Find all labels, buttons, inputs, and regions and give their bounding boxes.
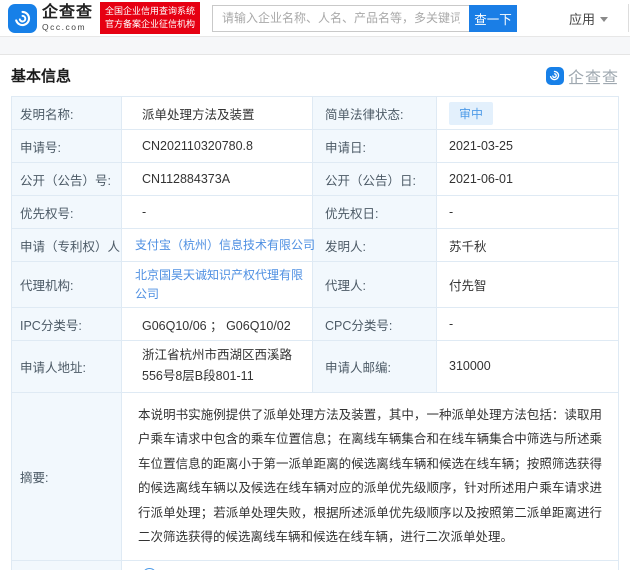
simple-legal-status-label: 简单法律状态: xyxy=(312,96,437,130)
application-number-value: CN202110320780.8 xyxy=(121,129,313,163)
legal-status-cell: 1 2021-06-01 公开 xyxy=(121,559,619,570)
invention-name-value: 派单处理方法及装置 xyxy=(121,96,313,130)
search-button[interactable]: 查一下 xyxy=(469,4,518,32)
publication-date-label: 公开（公告）日: xyxy=(312,162,437,196)
applicant-link[interactable]: 支付宝（杭州）信息技术有限公司 xyxy=(135,238,315,252)
agency-link[interactable]: 北京国昊天诚知识产权代理有限公司 xyxy=(135,268,303,301)
application-date-value: 2021-03-25 xyxy=(436,129,619,163)
logo-name: 企查查 xyxy=(42,3,94,21)
section-title: 基本信息 xyxy=(11,68,72,85)
chevron-down-icon xyxy=(600,16,608,22)
agency-cell: 北京国昊天诚知识产权代理有限公司 xyxy=(121,260,313,309)
publication-date-value: 2021-06-01 xyxy=(436,162,619,196)
basic-info-table: 发明名称: 派单处理方法及装置 简单法律状态: 审中 申请号: CN202110… xyxy=(11,96,619,570)
legal-status-label: 法律状态: xyxy=(11,559,122,570)
badge-line1: 全国企业信用查询系统 xyxy=(105,5,196,16)
qcc-watermark-icon xyxy=(545,66,564,85)
applicant-label: 申请（专利权）人: xyxy=(11,228,122,262)
header-separator xyxy=(0,37,630,55)
table-row: 申请（专利权）人: 支付宝（杭州）信息技术有限公司 发明人: 苏千秋 xyxy=(11,228,619,262)
agent-label: 代理人: xyxy=(312,260,437,309)
certification-badge: 全国企业信用查询系统 官方备案企业征信机构 xyxy=(100,1,201,35)
ipc-class-label: IPC分类号: xyxy=(11,307,122,342)
table-row: 代理机构: 北京国昊天诚知识产权代理有限公司 代理人: 付先智 xyxy=(11,260,619,309)
table-row: IPC分类号: G06Q10/06 ； G06Q10/02 CPC分类号: - xyxy=(11,307,619,342)
search-bar: 查一下 xyxy=(212,4,518,32)
qcc-logo[interactable]: 企查查 Qcc.com xyxy=(8,3,94,33)
badge-line2: 官方备案企业征信机构 xyxy=(105,19,196,29)
qcc-watermark: 企查查 xyxy=(545,64,619,88)
abstract-label: 摘要: xyxy=(11,391,122,561)
section-header: 基本信息 企查查 xyxy=(11,55,619,96)
abstract-value: 本说明书实施例提供了派单处理方法及装置，其中，一种派单处理方法包括：读取用户乘车… xyxy=(121,391,619,561)
cpc-class-label: CPC分类号: xyxy=(312,307,437,342)
priority-date-label: 优先权日: xyxy=(312,195,437,229)
applicant-address-label: 申请人地址: xyxy=(11,340,122,393)
top-header: 企查查 Qcc.com 全国企业信用查询系统 官方备案企业征信机构 查一下 应用 xyxy=(0,0,630,37)
priority-number-label: 优先权号: xyxy=(11,195,122,229)
applicant-zipcode-label: 申请人邮编: xyxy=(312,340,437,393)
apps-menu[interactable]: 应用 xyxy=(569,9,608,28)
table-row: 申请号: CN202110320780.8 申请日: 2021-03-25 xyxy=(11,129,619,163)
inventor-value: 苏千秋 xyxy=(436,228,619,262)
status-badge: 审中 xyxy=(449,101,494,125)
logo-domain: Qcc.com xyxy=(42,21,87,32)
table-row: 发明名称: 派单处理方法及装置 简单法律状态: 审中 xyxy=(11,96,619,130)
basic-info-panel: 基本信息 企查查 发明名称: 派单处理方法及装置 简单法律状态: 审中 申请号:… xyxy=(0,55,630,570)
priority-number-value: - xyxy=(121,195,313,229)
application-date-label: 申请日: xyxy=(312,129,437,163)
applicant-cell: 支付宝（杭州）信息技术有限公司 xyxy=(121,228,315,262)
apps-menu-label: 应用 xyxy=(568,11,595,27)
applicant-zipcode-value: 310000 xyxy=(436,340,619,393)
table-row: 申请人地址: 浙江省杭州市西湖区西溪路556号8层B段801-11 申请人邮编:… xyxy=(11,340,619,393)
inventor-label: 发明人: xyxy=(312,228,437,262)
agent-value: 付先智 xyxy=(436,260,619,309)
search-input[interactable] xyxy=(212,4,470,32)
priority-date-value: - xyxy=(436,195,619,229)
ipc-class-value: G06Q10/06 ； G06Q10/02 xyxy=(121,307,313,342)
qcc-watermark-text: 企查查 xyxy=(567,69,619,87)
applicant-address-value: 浙江省杭州市西湖区西溪路556号8层B段801-11 xyxy=(121,340,313,393)
invention-name-label: 发明名称: xyxy=(11,96,122,130)
publication-number-label: 公开（公告）号: xyxy=(11,162,122,196)
publication-number-value: CN112884373A xyxy=(121,162,313,196)
table-row: 公开（公告）号: CN112884373A 公开（公告）日: 2021-06-0… xyxy=(11,162,619,196)
table-row: 优先权号: - 优先权日: - xyxy=(11,195,619,229)
table-row: 摘要: 本说明书实施例提供了派单处理方法及装置，其中，一种派单处理方法包括：读取… xyxy=(11,391,619,561)
simple-legal-status-cell: 审中 xyxy=(436,96,619,130)
agency-label: 代理机构: xyxy=(11,260,122,309)
application-number-label: 申请号: xyxy=(11,129,122,163)
qcc-logo-icon xyxy=(8,3,37,33)
table-row: 法律状态: 1 2021-06-01 公开 xyxy=(11,559,619,570)
qcc-logo-text: 企查查 Qcc.com xyxy=(42,3,94,32)
cpc-class-value: - xyxy=(436,307,619,342)
